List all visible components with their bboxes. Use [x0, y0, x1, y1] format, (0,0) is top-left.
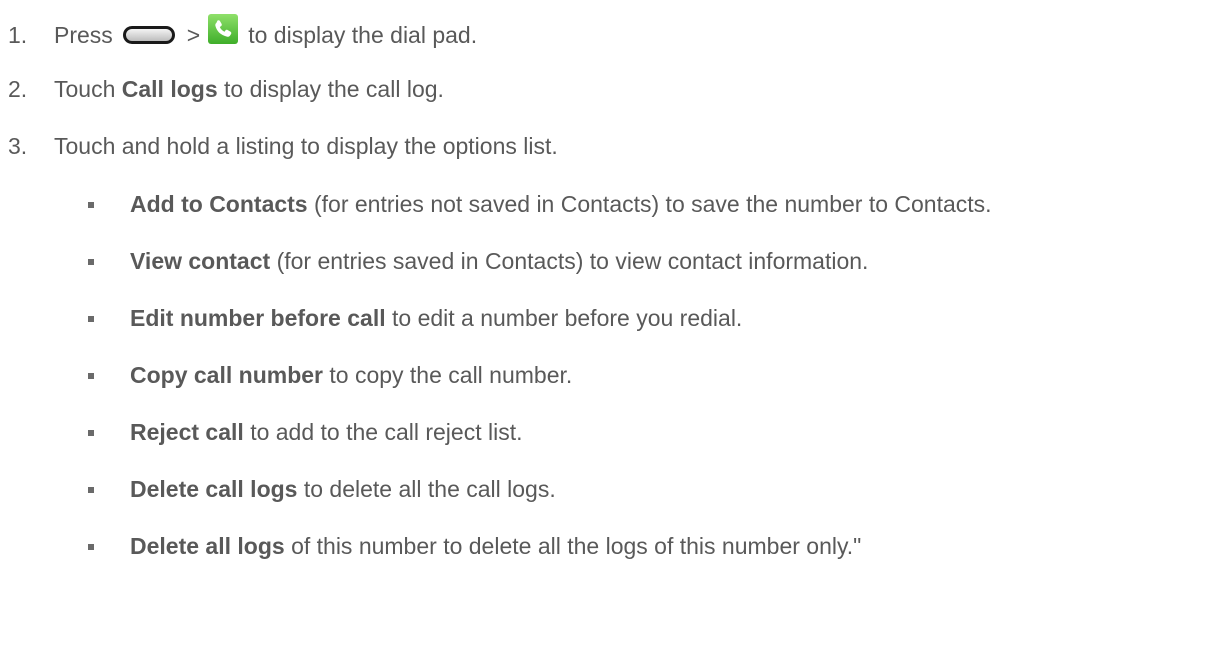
option-name: View contact [130, 248, 271, 274]
option-name: Delete call logs [130, 476, 298, 502]
option-description: to add to the call reject list. [250, 419, 523, 445]
bullet-icon [88, 429, 94, 436]
home-key-icon [122, 26, 175, 44]
option-item: Delete call logs to delete all the call … [88, 476, 556, 503]
option-name: Delete all logs [130, 533, 285, 559]
step-number: 2. [8, 76, 28, 102]
step-2: 2. Touch Call logs to display the call l… [8, 76, 444, 103]
step-separator: > [186, 21, 201, 48]
bullet-icon [88, 543, 94, 550]
option-description: to copy the call number. [329, 362, 573, 388]
phone-app-icon [208, 14, 239, 44]
bullet-icon [88, 258, 94, 265]
option-name: Add to Contacts [130, 191, 308, 217]
option-name: Edit number before call [130, 305, 386, 331]
step-bold-term: Call logs [121, 76, 218, 102]
option-item: Add to Contacts (for entries not saved i… [88, 191, 992, 218]
step-number: 1. [8, 21, 28, 48]
option-item: Copy call number to copy the call number… [88, 362, 572, 389]
step-text-post: to display the dial pad. [248, 21, 478, 48]
bullet-icon [88, 372, 94, 379]
step-number: 3. [8, 133, 28, 159]
option-name: Reject call [130, 419, 244, 445]
step-1: 1. Press > to display the dial pad. [8, 14, 478, 50]
option-description: of this number to delete all the logs of… [291, 533, 862, 559]
option-item: View contact (for entries saved in Conta… [88, 248, 868, 275]
step-text-pre: Press [54, 21, 113, 48]
step-text-pre: Touch [54, 76, 116, 102]
step-text: Touch and hold a listing to display the … [54, 133, 558, 159]
bullet-icon [88, 486, 94, 493]
step-text-post: to display the call log. [224, 76, 444, 102]
step-3: 3. Touch and hold a listing to display t… [8, 133, 558, 160]
option-description: (for entries saved in Contacts) to view … [276, 248, 869, 274]
bullet-icon [88, 315, 94, 322]
option-item: Delete all logs of this number to delete… [88, 533, 861, 560]
option-description: (for entries not saved in Contacts) to s… [314, 191, 992, 217]
bullet-icon [88, 201, 94, 208]
option-item: Edit number before call to edit a number… [88, 305, 742, 332]
option-description: to delete all the call logs. [303, 476, 556, 502]
option-name: Copy call number [130, 362, 323, 388]
option-item: Reject call to add to the call reject li… [88, 419, 523, 446]
option-description: to edit a number before you redial. [392, 305, 743, 331]
